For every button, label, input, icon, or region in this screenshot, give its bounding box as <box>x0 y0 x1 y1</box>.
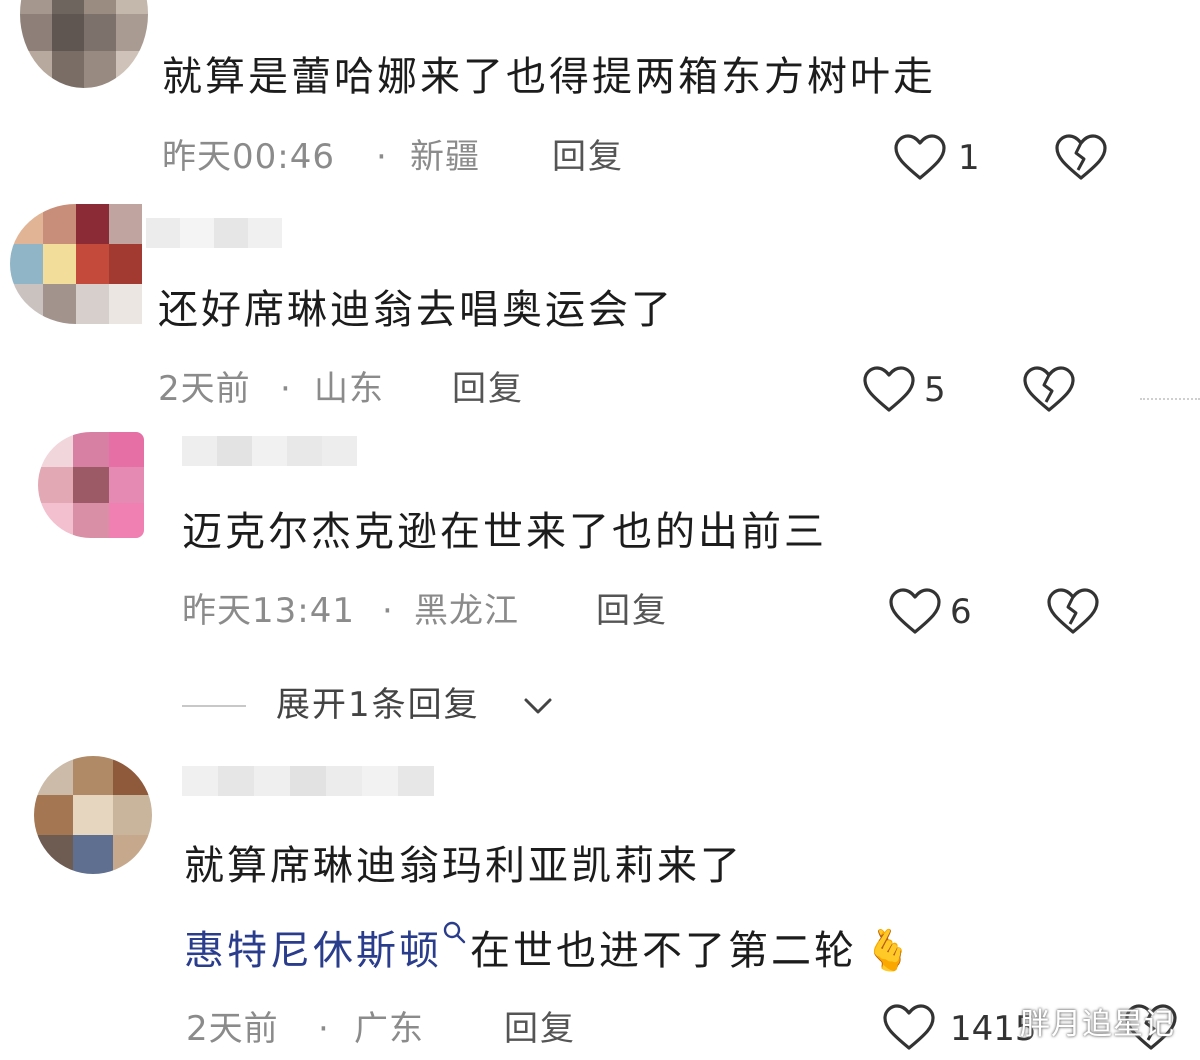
like-count: 5 <box>924 370 946 410</box>
heart-icon[interactable] <box>862 366 916 414</box>
avatar[interactable] <box>10 204 142 324</box>
like-count: 6 <box>950 592 972 632</box>
reply-button[interactable]: 回复 <box>452 372 524 406</box>
search-link[interactable]: 惠特尼休斯顿 <box>184 928 442 974</box>
heart-icon[interactable] <box>882 1004 936 1052</box>
meta-separator: · <box>280 369 292 409</box>
broken-heart-icon[interactable] <box>1046 588 1100 636</box>
reply-button[interactable]: 回复 <box>596 594 668 628</box>
search-icon[interactable] <box>442 920 468 946</box>
username-blurred[interactable] <box>182 436 357 466</box>
meta-separator: · <box>376 137 388 177</box>
finger-heart-emoji: 🫰 <box>863 928 916 974</box>
comment-location: 黑龙江 <box>414 591 519 631</box>
meta-separator: · <box>382 591 394 631</box>
watermark: 胖月追星记 <box>1020 1007 1175 1042</box>
username-blurred[interactable] <box>182 766 434 796</box>
avatar[interactable] <box>34 756 152 874</box>
expand-replies-label: 展开1条回复 <box>276 685 480 725</box>
username-blurred[interactable] <box>146 218 282 248</box>
divider <box>1140 398 1200 400</box>
comment-text: 迈克尔杰克逊在世来了也的出前三 <box>182 509 827 555</box>
heart-icon[interactable] <box>888 588 942 636</box>
comment-time: 2天前 <box>158 369 251 409</box>
comment-text-line-2: 惠特尼休斯顿 在世也进不了第二轮 🫰 <box>184 920 916 971</box>
comment-time: 昨天00:46 <box>162 137 335 177</box>
comment-location: 广东 <box>354 1009 424 1049</box>
chevron-down-icon <box>524 698 552 714</box>
comment-text: 就算是蕾哈娜来了也得提两箱东方树叶走 <box>162 54 936 100</box>
heart-icon[interactable] <box>893 134 947 182</box>
comment-time: 2天前 <box>186 1009 279 1049</box>
comment-time: 昨天13:41 <box>182 591 355 631</box>
avatar[interactable] <box>20 0 148 88</box>
comment-text: 就算席琳迪翁玛利亚凯莉来了 <box>184 843 743 889</box>
comment-location: 山东 <box>314 369 384 409</box>
comment-text: 还好席琳迪翁去唱奥运会了 <box>158 287 674 333</box>
like-count: 1 <box>958 138 980 178</box>
reply-button[interactable]: 回复 <box>504 1012 576 1046</box>
reply-button[interactable]: 回复 <box>552 140 624 174</box>
broken-heart-icon[interactable] <box>1054 134 1108 182</box>
avatar[interactable] <box>38 432 144 538</box>
comment-text-rest: 在世也进不了第二轮 <box>470 928 857 974</box>
comment-location: 新疆 <box>410 137 480 177</box>
meta-separator: · <box>318 1009 330 1049</box>
expand-divider <box>182 705 246 707</box>
broken-heart-icon[interactable] <box>1022 366 1076 414</box>
